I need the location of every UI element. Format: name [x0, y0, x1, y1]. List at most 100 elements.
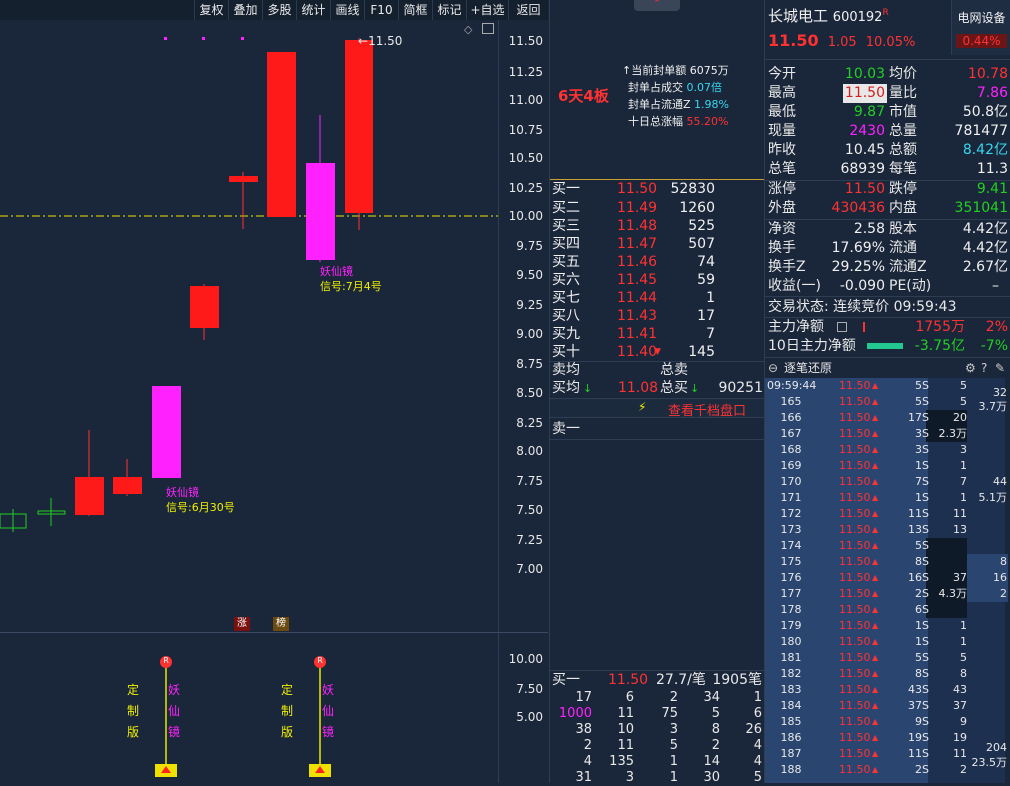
tick-num: 37 — [953, 571, 967, 584]
tick-time: 169 — [780, 459, 802, 472]
price-tick: 7.25 — [516, 533, 543, 547]
bid-row[interactable]: 买八 11.43 17 — [550, 307, 765, 326]
tick-side-sum: 44 5.1万 — [978, 475, 1008, 504]
tick-num: 1 — [960, 635, 967, 648]
price-tick: 9.25 — [516, 298, 543, 312]
tick-row: 169 11.50 1S 1 ▲ — [765, 458, 1010, 474]
ranking-marker[interactable]: 榜 — [273, 617, 289, 631]
trade-status: 交易状态: 连续竞价 09:59:43 — [768, 299, 957, 315]
tick-price: 11.50 — [839, 395, 871, 408]
up-tick-icon: ▲ — [872, 605, 879, 614]
collapse-circle-icon[interactable]: ⊖ — [768, 359, 778, 377]
main-flow-row: 主力净额 1755万 2% — [768, 319, 1008, 335]
candle — [306, 163, 335, 260]
bid-row[interactable]: 买七 11.44 1 — [550, 289, 765, 308]
tick-row: 179 11.50 1S 1 ▲ — [765, 618, 1010, 634]
queue-row: 4 135 1 14 4 — [583, 754, 762, 769]
indicator-label: 妖仙镜 — [168, 683, 181, 739]
tick-time: 185 — [780, 715, 802, 728]
tick-num: 37 — [953, 699, 967, 712]
tick-row: 184 11.50 37S 37 ▲ — [765, 698, 1010, 714]
bid-row[interactable]: 买二 11.49 1260 — [550, 199, 765, 218]
tick-vol: 17S — [908, 411, 929, 424]
flow-bar — [863, 322, 865, 332]
tick-vol: 11S — [908, 507, 929, 520]
marker-dot — [164, 37, 167, 40]
sub-axis-tick: 7.50 — [516, 682, 543, 696]
tick-time: 178 — [780, 603, 802, 616]
bid-row[interactable]: 买十 11.40 ▼ 145 — [550, 343, 765, 362]
tick-time: 166 — [780, 411, 802, 424]
bid-row[interactable]: 买四 11.47 507 — [550, 235, 765, 254]
price-tick: 10.00 — [508, 209, 543, 223]
collapse-icon[interactable]: ⌃ — [634, 0, 680, 11]
price-tick: 11.00 — [508, 93, 543, 107]
tick-vol: 19S — [908, 731, 929, 744]
tick-vol: 5S — [915, 651, 929, 664]
indicator-label: 妖仙镜 — [322, 683, 335, 739]
price-tick: 8.50 — [516, 386, 543, 400]
tick-row: 168 11.50 3S 3 ▲ — [765, 442, 1010, 458]
bid-row[interactable]: 买九 11.41 7 — [550, 325, 765, 344]
help-icon[interactable]: ? — [981, 359, 987, 377]
tick-vol: 43S — [908, 683, 929, 696]
tick-price: 11.50 — [839, 539, 871, 552]
quote-row: 最低 9.87 市值 50.8亿 — [768, 104, 1008, 120]
limit-up-marker[interactable]: 涨 — [234, 617, 250, 631]
buy-avg-row: 买均 ↓ 11.08 总买 ↓ 90251 — [552, 380, 763, 396]
up-tick-icon: ▲ — [872, 509, 879, 518]
quote-row: 净资 2.58 股本 4.42亿 — [768, 221, 1008, 237]
bid-row[interactable]: 买五 11.46 74 — [550, 253, 765, 272]
stock-price-line: 11.50 1.05 10.05% — [768, 31, 916, 50]
tick-price: 11.50 — [839, 619, 871, 632]
tick-row: 174 11.50 5S ▲ — [765, 538, 1010, 554]
quote-row: 换手 17.69% 流通 4.42亿 — [768, 240, 1008, 256]
tick-vol: 1S — [915, 491, 929, 504]
up-tick-icon: ▲ — [872, 733, 879, 742]
up-tick-icon: ▲ — [872, 397, 879, 406]
tick-vol: 3S — [915, 443, 929, 456]
tick-row: 180 11.50 1S 1 ▲ — [765, 634, 1010, 650]
quote-row: 今开 10.03 均价 10.78 — [768, 66, 1008, 82]
board-count: 6天4板 — [558, 87, 609, 105]
tick-price: 11.50 — [839, 667, 871, 680]
tick-price: 11.50 — [839, 603, 871, 616]
tick-vol: 1S — [915, 635, 929, 648]
tick-num: 19 — [953, 731, 967, 744]
tick-num: 20 — [953, 411, 967, 424]
tick-num: 5 — [960, 651, 967, 664]
thousand-depth-bar[interactable]: ⚡ 查看千档盘口 — [550, 398, 765, 419]
tick-price: 11.50 — [839, 731, 871, 744]
up-tick-icon: ▲ — [872, 701, 879, 710]
kline-chart[interactable]: 复权 叠加 多股 统计 画线 F10 简框 标记 +自选 返回 ◇ R R ←1… — [0, 0, 548, 783]
order-book-panel: ⌃ 6天4板 ↑当前封单额 6075万 封单占成交 0.07倍 封单占流通Z 1… — [549, 0, 765, 785]
candle — [345, 40, 373, 213]
total-sell-label: 总卖 — [660, 362, 688, 378]
ask1-label: 卖一 — [552, 421, 580, 437]
bid-row[interactable]: 买一 11.50 52830 — [550, 180, 765, 199]
up-tick-icon: ▲ — [872, 717, 879, 726]
tick-price: 11.50 — [839, 379, 871, 392]
bid-row[interactable]: 买三 11.48 525 — [550, 217, 765, 236]
tick-time: 180 — [780, 635, 802, 648]
tick-price: 11.50 — [839, 523, 871, 536]
divider — [765, 59, 1010, 60]
tick-price: 11.50 — [839, 491, 871, 504]
tick-price: 11.50 — [839, 459, 871, 472]
tick-time: 187 — [780, 747, 802, 760]
sector-box[interactable]: 电网设备 0.44% — [951, 0, 1010, 55]
quote-row: 外盘 430436 内盘 351041 — [768, 200, 1008, 216]
queue-row: 1000 11 75 5 6 — [558, 706, 762, 721]
divider — [550, 439, 765, 440]
thousand-depth-link[interactable]: 查看千档盘口 — [668, 400, 746, 419]
pin-icon[interactable]: ✎ — [995, 359, 1005, 377]
up-tick-icon: ▲ — [872, 413, 879, 422]
settings-icon[interactable]: ⚙ — [965, 359, 976, 377]
tick-price: 11.50 — [839, 683, 871, 696]
tick-vol: 5S — [915, 539, 929, 552]
flow-bar — [867, 343, 903, 349]
tick-time: 171 — [780, 491, 802, 504]
candles-svg — [0, 37, 498, 777]
bid-row[interactable]: 买六 11.45 59 — [550, 271, 765, 290]
tick-num: 2 — [960, 763, 967, 776]
